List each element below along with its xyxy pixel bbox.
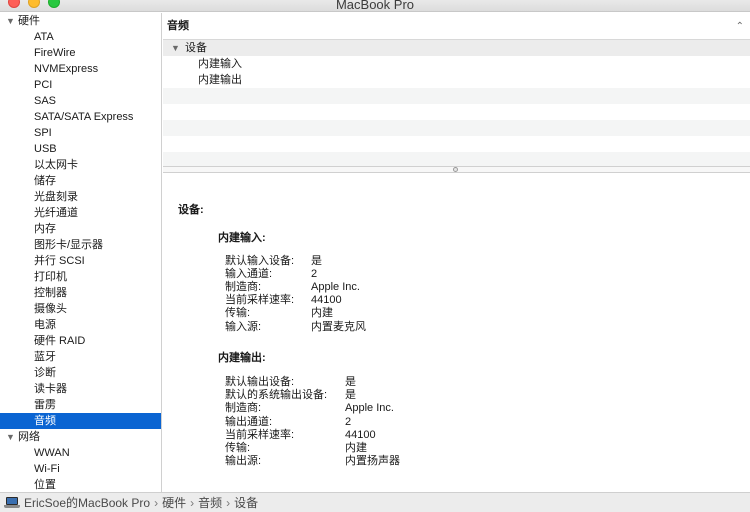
sidebar-item-ata[interactable]: ATA: [0, 29, 161, 45]
sidebar-item-thunderbolt[interactable]: 雷雳: [0, 397, 161, 413]
field-key: 默认输入设备:: [225, 255, 295, 267]
laptop-icon: [4, 497, 20, 508]
path-separator: ›: [226, 496, 231, 510]
sidebar-item-printers[interactable]: 打印机: [0, 269, 161, 285]
field-value: 内建: [311, 307, 333, 319]
sidebar-item-usb[interactable]: USB: [0, 141, 161, 157]
field-value: 44100: [311, 294, 342, 306]
detail-title: 设备:: [178, 204, 204, 216]
field-value: 内建: [345, 442, 367, 454]
field-key: 制造商:: [225, 281, 262, 293]
table-row-builtin-output[interactable]: 内建输出: [163, 72, 750, 88]
field-value: 2: [345, 416, 352, 428]
field-value: Apple Inc.: [311, 281, 360, 293]
sidebar-item-location[interactable]: 位置: [0, 477, 161, 492]
field-key: 当前采样速率:: [225, 294, 295, 306]
field-key: 制造商:: [225, 402, 262, 414]
path-segment-computer[interactable]: EricSoe的MacBook Pro: [24, 496, 150, 510]
path-bar: EricSoe的MacBook Pro › 硬件 › 音频 › 设备: [0, 492, 750, 512]
sidebar-item-spi[interactable]: SPI: [0, 125, 161, 141]
sidebar-item-power[interactable]: 电源: [0, 317, 161, 333]
table-group-label: 设备: [184, 42, 207, 54]
field-value: Apple Inc.: [345, 402, 394, 414]
field-key: 输入通道:: [225, 268, 273, 280]
column-header-label: 音频: [167, 20, 189, 32]
column-header-audio[interactable]: 音频 ⌃: [163, 13, 750, 40]
field-value: 是: [345, 389, 356, 401]
disclosure-triangle-icon[interactable]: ▼: [6, 429, 15, 445]
content-pane: 音频 ⌃ ▼ 设备 内建输入 内建输出 设备: 内建输入: 默认输入设备: 是 …: [163, 13, 750, 492]
sidebar-item-controller[interactable]: 控制器: [0, 285, 161, 301]
sidebar-group-label: 网络: [18, 431, 40, 443]
divider-handle-icon[interactable]: [453, 167, 458, 172]
sidebar[interactable]: ▼ 硬件 ATA FireWire NVMExpress PCI SAS SAT…: [0, 13, 162, 492]
sidebar-item-bluetooth[interactable]: 蓝牙: [0, 349, 161, 365]
table-row-empty: [163, 136, 750, 152]
disclosure-triangle-icon[interactable]: ▼: [171, 43, 180, 53]
sidebar-item-wwan[interactable]: WWAN: [0, 445, 161, 461]
title-bar: MacBook Pro: [0, 0, 750, 12]
field-key: 默认输出设备:: [225, 376, 295, 388]
sidebar-group-label: 硬件: [18, 15, 40, 27]
field-value: 44100: [345, 429, 376, 441]
table-row-empty: [163, 104, 750, 120]
field-key: 默认的系统输出设备:: [225, 389, 328, 401]
sidebar-item-firewire[interactable]: FireWire: [0, 45, 161, 61]
sidebar-item-fibre-channel[interactable]: 光纤通道: [0, 205, 161, 221]
sidebar-item-disc-burning[interactable]: 光盘刻录: [0, 189, 161, 205]
path-separator: ›: [190, 496, 195, 510]
input-device-heading: 内建输入:: [218, 232, 266, 244]
table-row-empty: [163, 120, 750, 136]
sidebar-item-nvmexpress[interactable]: NVMExpress: [0, 61, 161, 77]
sidebar-item-sas[interactable]: SAS: [0, 93, 161, 109]
path-segment-devices[interactable]: 设备: [234, 496, 258, 510]
field-key: 传输:: [225, 307, 251, 319]
sidebar-item-hardware-raid[interactable]: 硬件 RAID: [0, 333, 161, 349]
field-key: 输出通道:: [225, 416, 273, 428]
sidebar-item-graphics[interactable]: 图形卡/显示器: [0, 237, 161, 253]
field-value: 内置扬声器: [345, 455, 400, 467]
sidebar-item-memory[interactable]: 内存: [0, 221, 161, 237]
sidebar-item-diagnostics[interactable]: 诊断: [0, 365, 161, 381]
detail-pane: 设备: 内建输入: 默认输入设备: 是 输入通道: 2 制造商: Apple I…: [163, 173, 750, 492]
sidebar-item-ethernet[interactable]: 以太网卡: [0, 157, 161, 173]
table-row-empty: [163, 88, 750, 104]
sort-chevron-icon[interactable]: ⌃: [736, 13, 744, 40]
path-separator: ›: [154, 496, 159, 510]
field-key: 传输:: [225, 442, 251, 454]
device-table[interactable]: ▼ 设备 内建输入 内建输出: [163, 40, 750, 168]
path-segment-hardware[interactable]: 硬件: [162, 496, 186, 510]
table-row-builtin-input[interactable]: 内建输入: [163, 56, 750, 72]
field-key: 当前采样速率:: [225, 429, 295, 441]
sidebar-item-parallel-scsi[interactable]: 并行 SCSI: [0, 253, 161, 269]
sidebar-item-audio[interactable]: 音频: [0, 413, 161, 429]
sidebar-item-pci[interactable]: PCI: [0, 77, 161, 93]
disclosure-triangle-icon[interactable]: ▼: [6, 13, 15, 29]
sidebar-item-card-reader[interactable]: 读卡器: [0, 381, 161, 397]
field-key: 输出源:: [225, 455, 262, 467]
sidebar-item-camera[interactable]: 摄像头: [0, 301, 161, 317]
table-group-devices[interactable]: ▼ 设备: [163, 40, 750, 56]
split-view-divider[interactable]: [163, 166, 750, 173]
sidebar-group-network[interactable]: ▼ 网络: [0, 429, 161, 445]
output-device-heading: 内建输出:: [218, 352, 266, 364]
sidebar-item-sata[interactable]: SATA/SATA Express: [0, 109, 161, 125]
field-value: 是: [311, 255, 322, 267]
field-key: 输入源:: [225, 321, 262, 333]
sidebar-item-wifi[interactable]: Wi-Fi: [0, 461, 161, 477]
path-segment-audio[interactable]: 音频: [198, 496, 222, 510]
sidebar-item-storage[interactable]: 储存: [0, 173, 161, 189]
field-value: 是: [345, 376, 356, 388]
sidebar-group-hardware[interactable]: ▼ 硬件: [0, 13, 161, 29]
window-title: MacBook Pro: [335, 0, 415, 12]
field-value: 2: [311, 268, 318, 280]
field-value: 内置麦克风: [311, 321, 366, 333]
